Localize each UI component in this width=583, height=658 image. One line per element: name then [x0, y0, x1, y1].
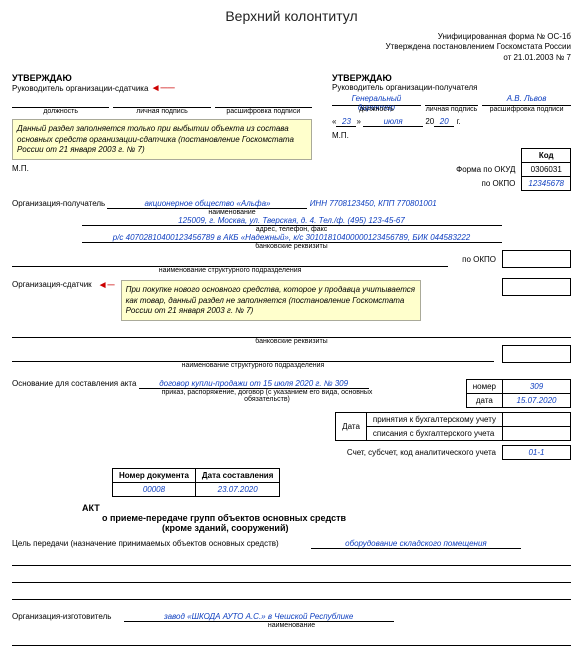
recipient-value: акционерное общество «Альфа»: [107, 199, 307, 209]
purpose-value: оборудование складского помещения: [311, 539, 521, 549]
empty-code-table: [502, 278, 571, 296]
docnum-header: Номер документа: [113, 469, 196, 483]
form-meta: Унифицированная форма № ОС-1б Утверждена…: [12, 32, 571, 63]
unit-sub-2: наименование структурного подразделения: [12, 362, 494, 369]
basis-num: 309: [503, 380, 571, 394]
docdate-header: Дата составления: [195, 469, 279, 483]
recipient-sub: наименование: [132, 209, 332, 216]
purpose-label: Цель передачи (назначение принимаемых об…: [12, 539, 279, 548]
director-name: А.В. Львов: [482, 94, 571, 106]
bank-sub: банковские реквизиты: [12, 243, 571, 250]
recipient-inn: ИНН 7708123450, КПП 770801001: [310, 199, 437, 208]
accept-label: принятия к бухгалтерскому учету: [366, 413, 502, 427]
date-box-table: Датапринятия к бухгалтерскому учету спис…: [335, 412, 571, 441]
right-sig-sub: личная подпись: [425, 106, 478, 113]
basis-label: Основание для составления акта: [12, 379, 136, 388]
left-name-sub: расшифровка подписи: [215, 108, 312, 115]
account-table: 01-1: [502, 445, 571, 460]
docnum: 00008: [113, 483, 196, 497]
form-approved: Утверждена постановлением Госкомстата Ро…: [12, 42, 571, 52]
page-header: Верхний колонтитул: [12, 8, 571, 24]
mp-label: М.П.: [12, 164, 312, 173]
basis-sub: приказ, распоряжение, договор (с указани…: [152, 389, 382, 403]
approve-left-title: УТВЕРЖДАЮ: [12, 73, 312, 83]
blank-line-6: [12, 589, 571, 600]
right-post-sub: должность: [332, 106, 421, 113]
maker-sub: наименование: [12, 622, 571, 629]
recipient-bank: р/с 40702810400123456789 в АКБ «Надежный…: [12, 233, 571, 243]
approve-right-title: УТВЕРЖДАЮ: [332, 73, 571, 83]
left-sig-sub: личная подпись: [113, 108, 210, 115]
form-number: Унифицированная форма № ОС-1б: [12, 32, 571, 42]
okpo2-label: по ОКПО: [456, 251, 502, 268]
docdate: 23.07.2020: [195, 483, 279, 497]
writeoff-label: списания с бухгалтерского учета: [366, 427, 502, 441]
arrow-sender-icon: ◄─: [98, 280, 115, 291]
act-label: АКТ: [82, 503, 100, 513]
blank-line-2: [12, 327, 571, 338]
left-head-label: Руководитель организации-сдатчика ◄──: [12, 83, 312, 94]
basis-num-label: номер: [466, 380, 502, 394]
okpo-value: 12345678: [522, 177, 571, 191]
act-sub: (кроме зданий, сооружений): [162, 523, 571, 533]
account-value: 01-1: [503, 446, 571, 460]
arrow-left-icon: ◄──: [151, 83, 175, 94]
empty-code-table-2: [502, 345, 571, 363]
note-left: Данный раздел заполняется только при выб…: [12, 119, 312, 160]
basis-num-table: номер309 дата15.07.2020: [466, 379, 571, 408]
okud-value: 0306031: [522, 163, 571, 177]
basis-date-label: дата: [466, 394, 502, 408]
unit-sub-1: наименование структурного подразделения: [12, 267, 448, 274]
basis-value: договор купли-продажи от 15 июля 2020 г.…: [139, 379, 369, 389]
recipient-label: Организация-получатель: [12, 199, 105, 208]
blank-line-1: [12, 256, 448, 267]
maker-value: завод «ШКОДА АУТО А.С.» в Чешской Респуб…: [124, 612, 394, 622]
okpo-table-2: по ОКПО: [456, 250, 571, 268]
right-name-sub: расшифровка подписи: [482, 106, 571, 113]
left-post-sub: должность: [12, 108, 109, 115]
addr-sub: адрес, телефон, факс: [12, 226, 571, 233]
blank-line-7: [12, 635, 571, 646]
codes-table: Код Форма по ОКУД0306031 по ОКПО12345678: [450, 148, 571, 191]
okpo-label: по ОКПО: [450, 177, 522, 191]
blank-line-3: [12, 351, 494, 362]
blank-line-4: [12, 555, 571, 566]
bank-sub-2: банковские реквизиты: [12, 338, 571, 345]
recipient-addr: 125009, г. Москва, ул. Тверская, д. 4. Т…: [12, 216, 571, 226]
code-header: Код: [522, 149, 571, 163]
maker-label: Организация-изготовитель: [12, 612, 111, 621]
blank-line-5: [12, 572, 571, 583]
right-head-label: Руководитель организации-получателя: [332, 83, 571, 92]
form-date: от 21.01.2003 № 7: [12, 53, 571, 63]
date-box-label: Дата: [336, 413, 367, 441]
sender-label: Организация-сдатчик: [12, 280, 92, 289]
act-title: о приеме-передаче групп объектов основны…: [102, 513, 571, 523]
note-sender: При покупке нового основного средства, к…: [121, 280, 421, 321]
doc-table: Номер документаДата составления 0000823.…: [112, 468, 280, 497]
account-label: Счет, субсчет, код аналитического учета: [347, 448, 496, 457]
director-value: Генеральный директор: [332, 94, 421, 106]
okud-label: Форма по ОКУД: [450, 163, 522, 177]
basis-date: 15.07.2020: [503, 394, 571, 408]
mp-right: М.П.: [332, 131, 571, 140]
right-date: «23» июля 2020 г.: [332, 117, 571, 127]
